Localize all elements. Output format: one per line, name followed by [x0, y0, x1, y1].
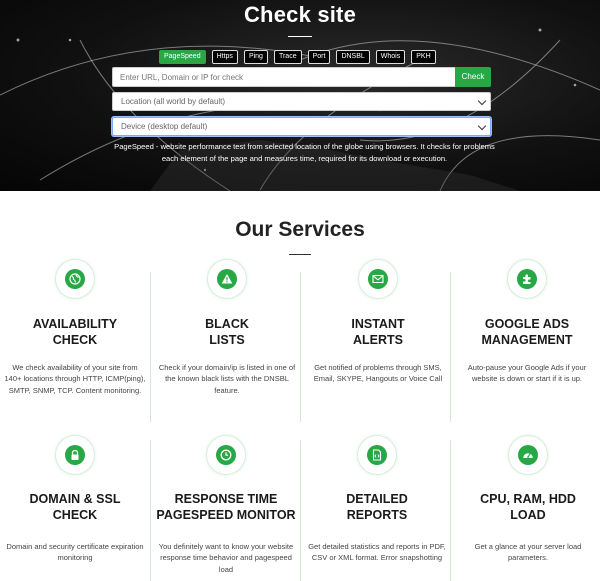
check-button[interactable]: Check: [455, 67, 491, 87]
service-icon-badge: [206, 435, 246, 475]
tab-pagespeed[interactable]: PageSpeed: [159, 50, 206, 64]
tab-https[interactable]: Https: [211, 50, 238, 64]
tab-ping[interactable]: Ping: [243, 50, 268, 64]
puzzle-icon: [523, 274, 531, 284]
service-icon-badge: [507, 259, 547, 299]
envelope-icon: [372, 274, 384, 284]
service-description: We check availability of your site from …: [4, 363, 146, 395]
service-icon-badge: [358, 259, 398, 299]
service-icon-badge: [508, 435, 548, 475]
url-check-form: Check: [112, 67, 491, 87]
gauge-icon: [523, 453, 533, 458]
service-description: Get detailed statistics and reports in P…: [308, 542, 446, 563]
device-select[interactable]: Device (desktop default): [112, 117, 491, 136]
code-file-icon: [372, 449, 382, 461]
service-description: Get a glance at your server load paramet…: [474, 542, 582, 563]
tab-dnsbl[interactable]: DNSBL: [336, 50, 370, 64]
check-type-tabs: PageSpeed Https Ping Trace Port DNSBL Wh…: [159, 50, 436, 64]
location-select-value: Location (all world by default): [121, 97, 226, 106]
tab-pkh[interactable]: PKH: [411, 50, 436, 64]
clock-icon: [220, 449, 232, 461]
service-title: DOMAIN & SSL CHECK: [29, 492, 121, 522]
column-divider: [150, 272, 151, 422]
page-title: Check site: [243, 2, 357, 27]
service-title: AVAILABILITY CHECK: [32, 317, 118, 347]
services-title: Our Services: [235, 218, 365, 241]
service-icon-badge: [357, 435, 397, 475]
service-title: BLACK LISTS: [205, 317, 249, 347]
tab-port[interactable]: Port: [307, 50, 331, 64]
tab-whois[interactable]: Whois: [375, 50, 406, 64]
title-underline: [288, 36, 312, 37]
warning-icon: [221, 274, 233, 284]
service-icon-badge: [55, 435, 95, 475]
service-description: Domain and security certificate expirati…: [6, 542, 144, 563]
device-select-value: Device (desktop default): [121, 122, 208, 131]
service-title: RESPONSE TIME PAGESPEED MONITOR: [156, 492, 296, 522]
service-icon-badge: [55, 259, 95, 299]
lock-icon: [71, 449, 79, 460]
service-description: Check if your domain/ip is listed in one…: [158, 363, 296, 395]
tab-trace[interactable]: Trace: [273, 50, 302, 64]
url-input[interactable]: [112, 67, 455, 87]
test-description: PageSpeed - website performance test fro…: [114, 142, 495, 163]
service-title: GOOGLE ADS MANAGEMENT: [481, 317, 573, 347]
chevron-down-icon: [477, 96, 487, 106]
location-select[interactable]: Location (all world by default): [112, 92, 491, 111]
services-title-underline: [289, 254, 311, 255]
service-description: Get notified of problems through SMS, Em…: [313, 363, 443, 384]
hero-section: Check site PageSpeed Https Ping Trace Po…: [0, 0, 600, 191]
globe-icon: [69, 273, 81, 285]
service-title: INSTANT ALERTS: [351, 317, 405, 347]
chevron-down-icon: [477, 121, 487, 131]
service-icon-badge: [207, 259, 247, 299]
service-description: Auto-pause your Google Ads if your websi…: [467, 363, 587, 384]
service-title: CPU, RAM, HDD LOAD: [480, 492, 576, 522]
service-description: You definitely want to know your website…: [158, 542, 294, 574]
service-title: DETAILED REPORTS: [346, 492, 408, 522]
